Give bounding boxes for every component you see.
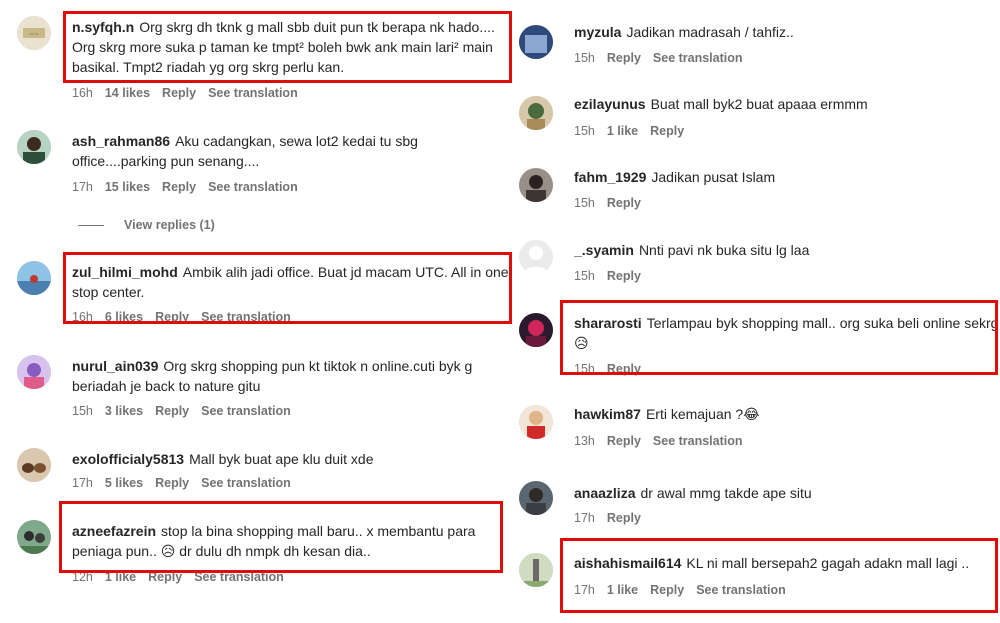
comment-text: exolofficialy5813 Mall byk buat ape klu d… (72, 451, 374, 467)
avatar[interactable] (17, 355, 51, 389)
highlight-box (560, 300, 998, 375)
comment-meta: 17h 5 likes Reply See translation (72, 476, 303, 490)
likes-count[interactable]: 15 likes (105, 180, 150, 194)
comment-meta: 15h Reply (574, 196, 653, 210)
comment-text: nurul_ain039 Org skrg shopping pun kt tik… (72, 358, 473, 394)
comment-text: hawkim87 Erti kemajuan ?😂 (574, 406, 760, 423)
reply-button[interactable]: Reply (162, 180, 196, 194)
comment-meta: 17h Reply (574, 511, 653, 525)
reply-button[interactable]: Reply (162, 86, 196, 100)
see-translation-button[interactable]: See translation (208, 180, 298, 194)
view-replies-button[interactable]: View replies (1) (78, 218, 215, 232)
highlight-box (63, 11, 512, 83)
reply-button[interactable]: Reply (607, 51, 641, 65)
avatar[interactable] (519, 313, 553, 347)
comment-time[interactable]: 15h (574, 51, 595, 65)
see-translation-button[interactable]: See translation (653, 434, 743, 448)
comment-time[interactable]: 15h (72, 404, 93, 418)
comment-meta: 15h Reply (574, 269, 653, 283)
comment-time[interactable]: 15h (574, 196, 595, 210)
likes-count[interactable]: 5 likes (105, 476, 143, 490)
see-translation-button[interactable]: See translation (201, 404, 291, 418)
comment-username[interactable]: nurul_ain039 (72, 358, 158, 374)
comment-text: myzula Jadikan madrasah / tahfiz.. (574, 24, 794, 40)
avatar[interactable] (519, 553, 553, 587)
comment-meta: 13h Reply See translation (574, 434, 755, 448)
comment-text: ash_rahman86 Aku cadangkan, sewa lot2 ked… (72, 133, 418, 169)
likes-count[interactable]: 14 likes (105, 86, 150, 100)
comment-username[interactable]: anaazliza (574, 485, 635, 501)
comment-text: fahm_1929 Jadikan pusat Islam (574, 169, 776, 185)
avatar[interactable]: ~~ (17, 16, 51, 50)
avatar[interactable] (17, 130, 51, 164)
comment-username[interactable]: ezilayunus (574, 96, 646, 112)
highlight-box (63, 252, 512, 324)
reply-button[interactable]: Reply (650, 124, 684, 138)
see-translation-button[interactable]: See translation (208, 86, 298, 100)
comment-time[interactable]: 13h (574, 434, 595, 448)
reply-button[interactable]: Reply (155, 404, 189, 418)
comment-username[interactable]: exolofficialy5813 (72, 451, 184, 467)
reply-button[interactable]: Reply (607, 434, 641, 448)
reply-button[interactable]: Reply (155, 476, 189, 490)
comment-text: ezilayunus Buat mall byk2 buat apaaa ermm… (574, 96, 868, 112)
avatar[interactable] (17, 448, 51, 482)
avatar[interactable] (519, 96, 553, 130)
comment-time[interactable]: 15h (574, 124, 595, 138)
comment-username[interactable]: ash_rahman86 (72, 133, 170, 149)
comment-meta: 16h 14 likes Reply See translation (72, 86, 310, 100)
likes-count[interactable]: 3 likes (105, 404, 143, 418)
comment-time[interactable]: 17h (72, 180, 93, 194)
avatar[interactable] (519, 168, 553, 202)
likes-count[interactable]: 1 like (607, 124, 638, 138)
laughing-emoji-icon: 😂 (743, 407, 760, 423)
comment-meta: 15h 1 like Reply (574, 124, 696, 138)
avatar[interactable] (519, 481, 553, 515)
comment-text: _.syamin Nnti pavi nk buka situ lg laa (574, 242, 810, 258)
comment-username[interactable]: _.syamin (574, 242, 634, 258)
comment-time[interactable]: 16h (72, 86, 93, 100)
comment-meta: 15h Reply See translation (574, 51, 755, 65)
reply-button[interactable]: Reply (607, 196, 641, 210)
divider (78, 225, 104, 227)
comment-time[interactable]: 15h (574, 269, 595, 283)
comment-meta: 17h 15 likes Reply See translation (72, 180, 310, 194)
avatar[interactable] (17, 520, 51, 554)
avatar[interactable] (519, 405, 553, 439)
see-translation-button[interactable]: See translation (201, 476, 291, 490)
default-avatar-icon[interactable] (519, 240, 553, 274)
comment-username[interactable]: myzula (574, 24, 621, 40)
comment-meta: 15h 3 likes Reply See translation (72, 404, 303, 418)
reply-button[interactable]: Reply (607, 511, 641, 525)
comment-username[interactable]: hawkim87 (574, 406, 641, 422)
see-translation-button[interactable]: See translation (653, 51, 743, 65)
reply-button[interactable]: Reply (607, 269, 641, 283)
comment-time[interactable]: 17h (72, 476, 93, 490)
comment-username[interactable]: fahm_1929 (574, 169, 646, 185)
comment-text: anaazliza dr awal mmg takde ape situ (574, 485, 812, 501)
avatar[interactable] (17, 261, 51, 295)
highlight-box (560, 538, 998, 613)
comment-time[interactable]: 17h (574, 511, 595, 525)
avatar[interactable] (519, 25, 553, 59)
highlight-box (59, 501, 503, 573)
svg-text:~~: ~~ (29, 31, 39, 38)
